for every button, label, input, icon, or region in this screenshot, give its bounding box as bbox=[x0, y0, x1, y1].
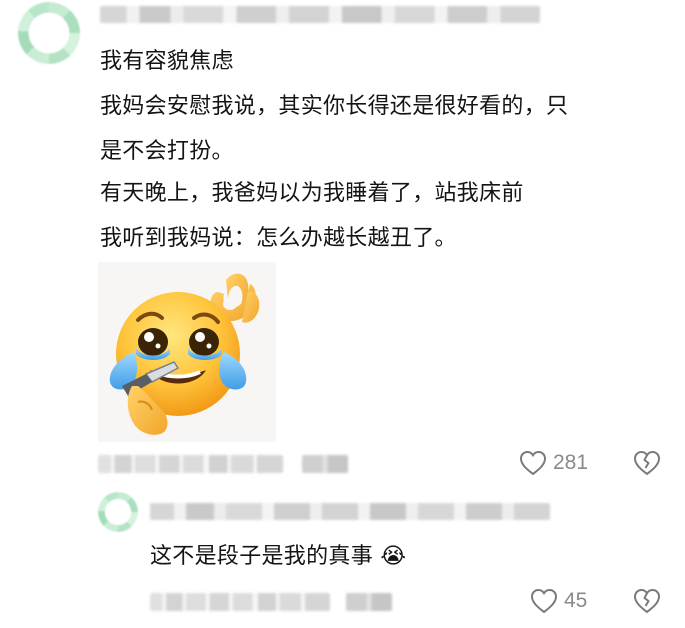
broken-heart-outline-icon bbox=[633, 450, 661, 476]
reply-name-censored[interactable] bbox=[150, 503, 550, 520]
comment-line-3: 是不会打扮。 bbox=[100, 139, 234, 164]
comment-line-4: 有天晚上，我爸妈以为我睡着了，站我床前 bbox=[100, 181, 524, 206]
reply-text: 这不是段子是我的真事 😭 bbox=[150, 541, 406, 573]
crying-laughing-sticker[interactable] bbox=[98, 262, 276, 442]
comment-meta-censored bbox=[98, 455, 283, 473]
comment-like-count: 281 bbox=[553, 451, 589, 474]
reply-button-censored[interactable] bbox=[302, 455, 348, 473]
reply-avatar[interactable] bbox=[98, 492, 138, 532]
reply-like-button[interactable]: 45 bbox=[530, 588, 587, 614]
heart-outline-icon bbox=[519, 450, 547, 476]
comment-line-1: 我有容貌焦虑 bbox=[100, 49, 234, 74]
comment-like-button[interactable]: 281 bbox=[519, 450, 588, 476]
reply-meta-censored bbox=[150, 593, 330, 611]
comment-dislike-button[interactable] bbox=[633, 450, 661, 480]
comment-line-2: 我妈会安慰我说，其实你长得还是很好看的，只 bbox=[100, 94, 569, 119]
loudly-crying-face-icon: 😭 bbox=[380, 544, 407, 569]
reply-text-content: 这不是段子是我的真事 bbox=[150, 544, 374, 569]
comment-line-5: 我听到我妈说：怎么办越长越丑了。 bbox=[100, 226, 457, 251]
commenter-avatar[interactable] bbox=[18, 2, 80, 64]
broken-heart-outline-icon bbox=[633, 588, 661, 614]
reply-dislike-button[interactable] bbox=[633, 588, 661, 618]
commenter-name-censored[interactable] bbox=[100, 6, 540, 23]
reply-reply-button-censored[interactable] bbox=[346, 593, 392, 611]
heart-outline-icon bbox=[530, 588, 558, 614]
reply-like-count: 45 bbox=[564, 589, 588, 612]
